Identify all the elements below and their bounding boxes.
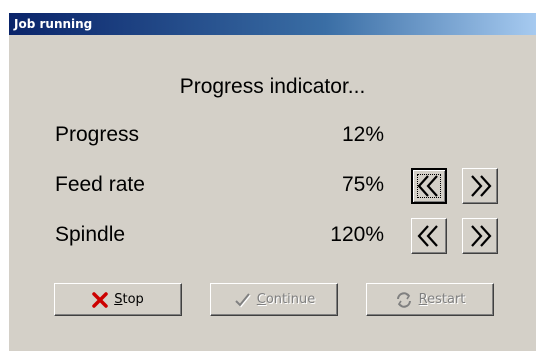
progress-heading: Progress indicator... xyxy=(179,75,366,98)
restart-button[interactable]: Restart xyxy=(366,283,494,316)
double-chevron-right-icon xyxy=(471,175,492,197)
refresh-icon xyxy=(395,291,413,309)
stop-button-label: Stop xyxy=(114,292,144,307)
continue-button-label: Continue xyxy=(256,292,316,307)
spindle-label: Spindle xyxy=(55,223,126,246)
double-chevron-left-icon xyxy=(417,175,438,197)
spindle-decrease-button[interactable] xyxy=(411,218,447,254)
spindle-value: 120% xyxy=(330,223,384,246)
progress-value: 12% xyxy=(341,123,384,146)
x-icon xyxy=(92,291,108,308)
feed-rate-decrease-button[interactable] xyxy=(411,168,447,204)
window-title-bar: Job running xyxy=(9,13,536,35)
window-title: Job running xyxy=(14,17,93,31)
progress-label: Progress xyxy=(55,123,140,146)
spindle-increase-button[interactable] xyxy=(462,218,498,254)
continue-button[interactable]: Continue xyxy=(210,283,338,316)
feed-rate-label: Feed rate xyxy=(55,173,145,196)
stop-button[interactable]: Stop xyxy=(54,283,182,316)
job-running-window: Job running Progress indicator... Progre… xyxy=(8,12,536,351)
restart-button-label: Restart xyxy=(418,292,466,307)
double-chevron-right-icon xyxy=(471,225,492,247)
feed-rate-value: 75% xyxy=(341,173,384,196)
double-chevron-left-icon xyxy=(417,225,438,247)
feed-rate-increase-button[interactable] xyxy=(462,168,498,204)
checkmark-icon xyxy=(233,292,251,308)
